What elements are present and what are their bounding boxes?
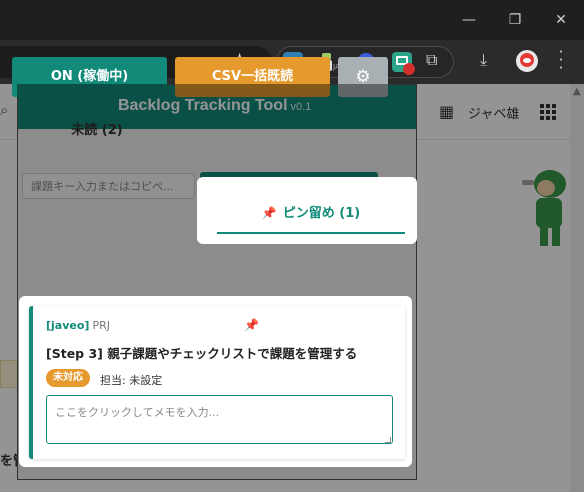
issue-project-key[interactable]: [javeo] — [46, 319, 89, 332]
profile-avatar[interactable] — [516, 50, 538, 72]
puzzle-icon[interactable]: ⧉ — [426, 50, 437, 70]
pin-icon: 📌 — [261, 206, 277, 220]
notification-badge — [403, 63, 415, 75]
status-badge: 未対応 — [46, 369, 90, 387]
issue-assignee: 担当: 未設定 — [100, 374, 163, 387]
backlog-tracking-extension-icon[interactable] — [392, 52, 415, 75]
issue-project-name: PRJ — [92, 319, 110, 332]
memo-textarea[interactable] — [46, 395, 393, 444]
unpin-icon[interactable]: 📌 — [244, 318, 259, 332]
issue-project: [javeo] PRJ — [46, 319, 110, 332]
resize-grip-icon[interactable] — [385, 437, 391, 443]
avatar-eyes — [523, 58, 531, 63]
tab-pinned[interactable]: 📌 ピン留め (1) — [217, 194, 405, 234]
minimize-button[interactable]: — — [456, 8, 482, 32]
browser-menu-icon[interactable]: · · · — [556, 44, 566, 76]
browser-titlebar — [0, 0, 584, 40]
restore-button[interactable]: ❐ — [502, 8, 528, 32]
download-icon[interactable]: ⤓ — [480, 50, 487, 70]
issue-title[interactable]: [Step 3] 親子課題やチェックリストで課題を管理する — [46, 343, 396, 362]
close-window-button[interactable]: ✕ — [548, 8, 574, 32]
tab-pinned-label: ピン留め (1) — [282, 206, 361, 221]
